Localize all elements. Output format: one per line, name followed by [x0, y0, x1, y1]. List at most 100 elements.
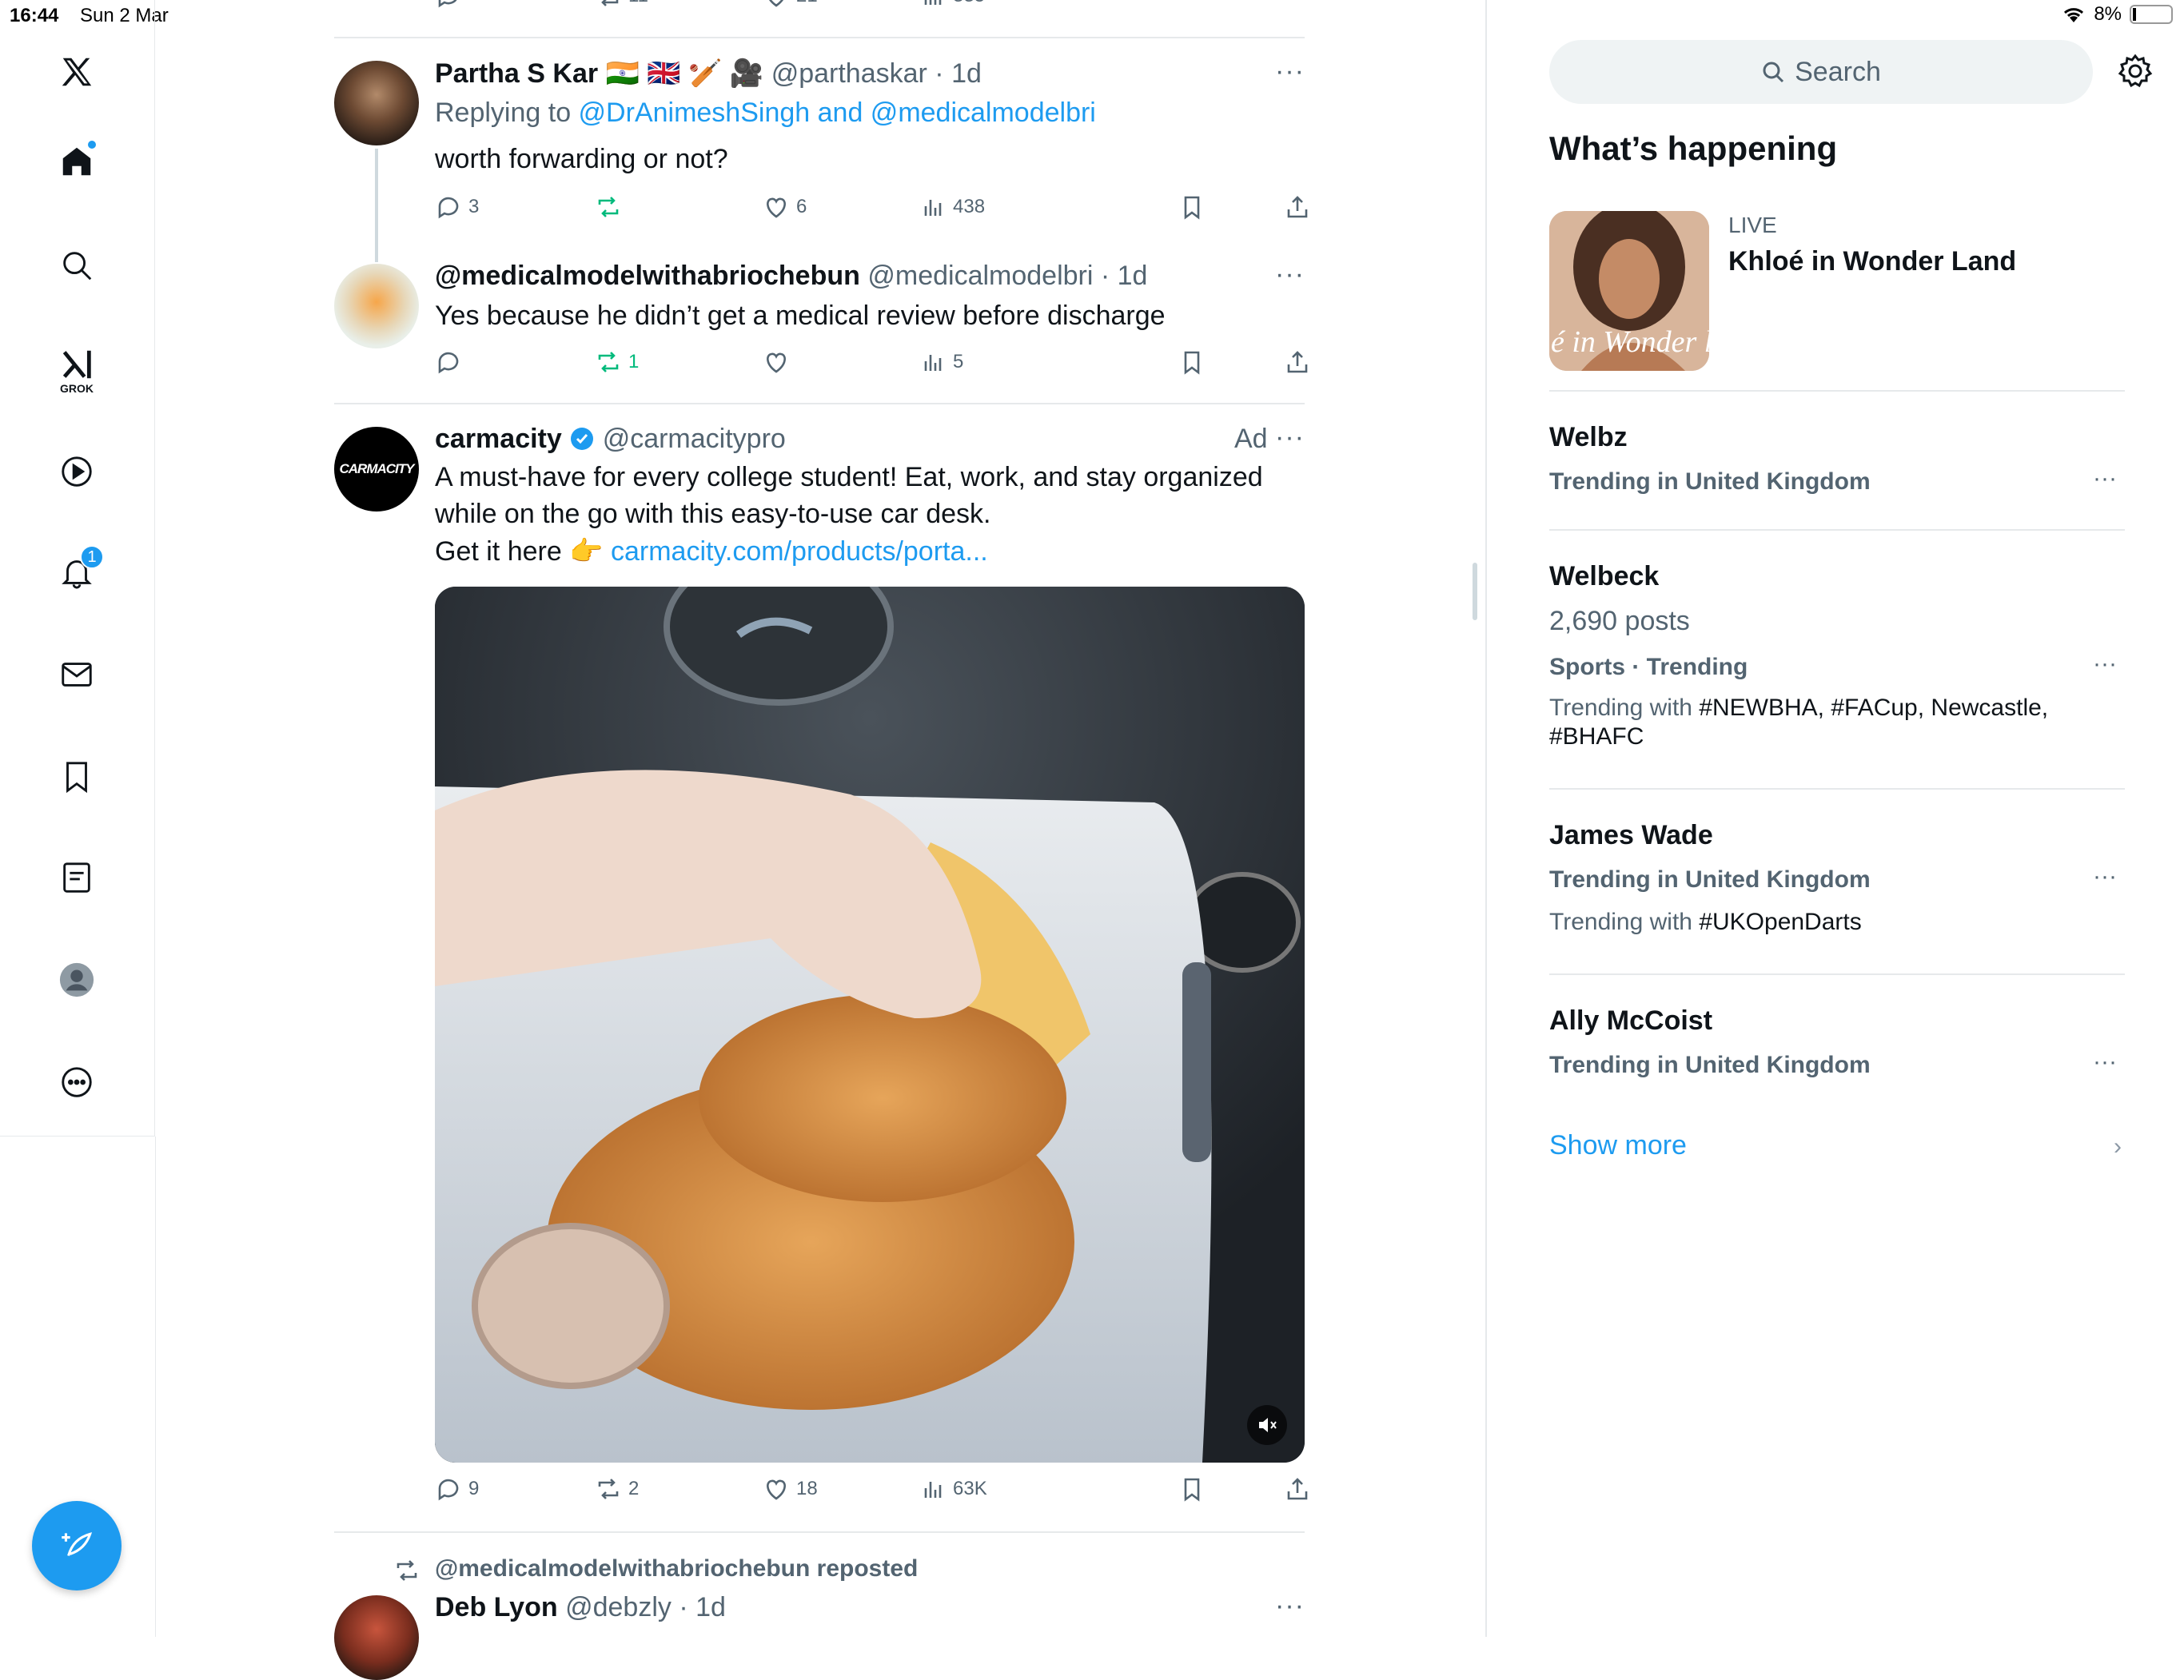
notifications-icon[interactable]: 1 — [48, 543, 106, 601]
views-button[interactable]: 63K — [919, 1475, 987, 1503]
more-icon[interactable]: ··· — [2093, 651, 2117, 678]
author-handle[interactable]: @parthaskar — [771, 58, 927, 89]
tweet-text-line-3: Get it here 👉 — [435, 536, 611, 567]
search-input[interactable]: Search — [1549, 40, 2093, 104]
reply-icon — [438, 352, 459, 374]
bookmark-button[interactable] — [1178, 1475, 1206, 1503]
more-icon[interactable]: ··· — [1275, 259, 1305, 290]
trend-item[interactable]: Welbeck 2,690 posts Sports · Trending ··… — [1549, 561, 2125, 769]
left-navigation: GROK 1 — [0, 0, 155, 1137]
more-icon[interactable]: ··· — [1275, 56, 1305, 87]
repost-button[interactable]: 11 — [595, 0, 648, 10]
avatar[interactable]: CARMACITY — [334, 427, 419, 512]
like-button[interactable]: 6 — [763, 193, 807, 221]
author-name[interactable]: Partha S Kar — [435, 58, 598, 89]
lists-icon[interactable] — [48, 849, 106, 906]
tweet-divider — [334, 37, 1305, 38]
grok-label: GROK — [60, 382, 94, 395]
more-icon[interactable]: ··· — [2093, 465, 2117, 492]
bookmark-button[interactable] — [1178, 348, 1206, 376]
home-icon[interactable] — [48, 133, 106, 190]
split-view-handle[interactable] — [1473, 563, 1477, 620]
views-icon — [924, 1482, 942, 1498]
author-handle[interactable]: @carmacitypro — [603, 424, 786, 454]
tweet-time[interactable]: · 1d — [935, 58, 982, 89]
repost-button[interactable]: 2 — [595, 1475, 639, 1503]
timeline-feed: 11 21 335 Partha S Kar 🇮🇳 🇬🇧 🏏 🎥 @partha… — [334, 0, 1308, 1680]
more-icon[interactable]: ··· — [1275, 1590, 1305, 1622]
author-handle[interactable]: @debzly — [565, 1592, 672, 1622]
avatar[interactable] — [334, 264, 419, 348]
share-button[interactable] — [1284, 1475, 1311, 1503]
trend-item[interactable]: Welbz Trending in United Kingdom ··· — [1549, 422, 2125, 518]
trend-item[interactable]: James Wade Trending in United Kingdom ··… — [1549, 820, 2125, 940]
share-button[interactable] — [1284, 193, 1311, 221]
like-button[interactable] — [763, 348, 796, 376]
repost-button[interactable] — [595, 193, 628, 221]
tweet-time[interactable]: · 1d — [679, 1592, 726, 1622]
trend-name: Ally McCoist — [1549, 1005, 1713, 1036]
settings-gear-icon[interactable] — [2117, 53, 2154, 90]
reply-button[interactable]: 3 — [435, 193, 479, 221]
trend-divider — [1549, 788, 2125, 790]
search-icon — [1763, 62, 1784, 83]
more-icon[interactable]: ··· — [2093, 1049, 2117, 1076]
messages-icon[interactable] — [48, 646, 106, 703]
trend-item[interactable]: Ally McCoist Trending in United Kingdom … — [1549, 1005, 2125, 1101]
video-media[interactable] — [435, 587, 1305, 1463]
avatar[interactable] — [334, 1595, 419, 1680]
video-icon[interactable] — [48, 443, 106, 500]
more-options-icon[interactable] — [48, 1053, 106, 1111]
heart-icon — [767, 197, 786, 218]
compose-post-button[interactable] — [32, 1501, 122, 1590]
nav-border — [155, 1137, 156, 1637]
views-button[interactable]: 5 — [919, 348, 963, 376]
share-icon — [1287, 196, 1308, 218]
live-title: Khloé in Wonder Land — [1728, 246, 2017, 277]
x-logo-icon[interactable] — [48, 43, 106, 101]
author-name[interactable]: Deb Lyon — [435, 1592, 558, 1622]
views-button[interactable]: 335 — [919, 0, 985, 10]
bookmark-icon — [1184, 196, 1200, 220]
bookmarks-icon[interactable] — [48, 748, 106, 806]
author-name[interactable]: @medicalmodelwithabriochebun — [435, 261, 860, 291]
mute-toggle[interactable] — [1247, 1405, 1287, 1445]
like-button[interactable]: 21 — [763, 0, 818, 10]
bookmark-button[interactable] — [1178, 193, 1206, 221]
trend-with-prefix: Trending with — [1549, 695, 1700, 721]
share-button[interactable] — [1284, 348, 1311, 376]
replying-to-link[interactable]: @DrAnimeshSingh and @medicalmodelbri — [579, 98, 1096, 128]
reply-icon — [438, 197, 459, 219]
notifications-badge: 1 — [80, 545, 104, 569]
repost-button[interactable]: 1 — [595, 348, 639, 376]
heart-icon — [767, 1479, 786, 1500]
profile-avatar-icon[interactable] — [48, 951, 106, 1009]
tweet-divider — [334, 1531, 1305, 1533]
like-button[interactable]: 18 — [763, 1475, 818, 1503]
search-placeholder: Search — [1795, 56, 1881, 87]
show-more-link[interactable]: Show more — [1549, 1130, 1687, 1161]
author-handle[interactable]: @medicalmodelbri — [867, 261, 1093, 291]
more-icon[interactable]: ··· — [1275, 422, 1305, 453]
live-event-card[interactable]: é in Wonder l LIVE Khloé in Wonder Land — [1549, 211, 2125, 371]
tweet-text: Yes because he didn’t get a medical revi… — [435, 301, 1166, 331]
repost-indicator-icon — [397, 1560, 417, 1581]
bookmark-icon — [1184, 1478, 1200, 1502]
reply-button[interactable] — [435, 348, 468, 376]
author-name[interactable]: carmacity — [435, 424, 562, 454]
repost-label[interactable]: @medicalmodelwithabriochebun reposted — [435, 1555, 918, 1582]
reply-button[interactable]: 9 — [435, 1475, 479, 1503]
trend-divider — [1549, 529, 2125, 531]
search-icon[interactable] — [48, 237, 106, 294]
more-icon[interactable]: ··· — [2093, 863, 2117, 890]
reply-button[interactable] — [435, 0, 468, 10]
avatar[interactable] — [334, 61, 419, 145]
views-button[interactable]: 438 — [919, 193, 985, 221]
trend-context: Sports · Trending — [1549, 654, 1748, 680]
views-icon — [924, 200, 942, 216]
ad-link[interactable]: carmacity.com/products/porta... — [611, 536, 988, 567]
tweet-time[interactable]: · 1d — [1101, 261, 1148, 291]
previous-tweet-actions: 11 21 335 — [435, 0, 1298, 18]
tweet-text-line-2: while on the go with this easy-to-use ca… — [435, 499, 991, 529]
trend-with-tags[interactable]: #UKOpenDarts — [1699, 909, 1861, 935]
